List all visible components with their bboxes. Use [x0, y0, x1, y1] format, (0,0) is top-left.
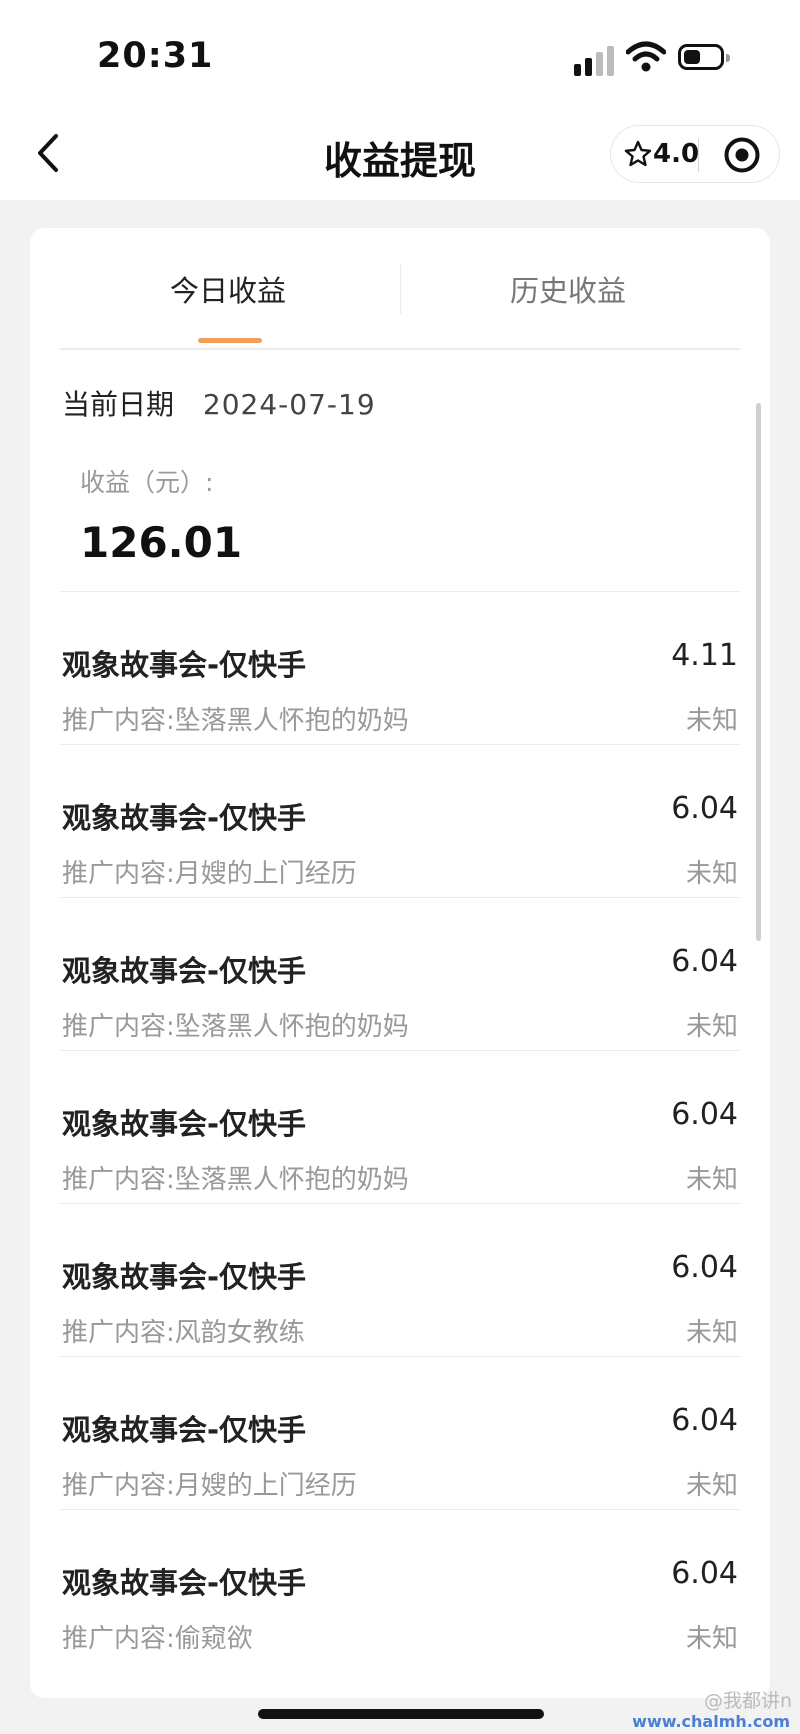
battery-icon [678, 44, 730, 70]
rating-score[interactable]: 4.0 [653, 139, 699, 169]
earnings-card: 今日收益 历史收益 当前日期 2024-07-19 收益（元）: 126.01 … [30, 228, 770, 1698]
item-status: 未知 [685, 859, 738, 889]
list-item[interactable]: 观象故事会-仅快手 6.04 推广内容:偷窥欲 未知 [30, 1510, 770, 1663]
item-description: 推广内容:月嫂的上门经历 [62, 1471, 357, 1501]
item-status: 未知 [685, 1165, 738, 1195]
list-item[interactable]: 观象故事会-仅快手 4.11 推广内容:坠落黑人怀抱的奶妈 未知 [30, 592, 770, 745]
current-date-row: 当前日期 2024-07-19 [62, 383, 376, 423]
item-amount: 6.04 [671, 1250, 738, 1285]
item-name: 观象故事会-仅快手 [62, 801, 307, 835]
capsule-divider [698, 138, 699, 172]
item-amount: 6.04 [671, 1556, 738, 1591]
item-name: 观象故事会-仅快手 [62, 954, 307, 988]
list-item[interactable]: 观象故事会-仅快手 6.04 推广内容:坠落黑人怀抱的奶妈 未知 [30, 898, 770, 1051]
item-name: 观象故事会-仅快手 [62, 1413, 307, 1447]
tab-today-earnings[interactable]: 今日收益 [170, 268, 286, 310]
item-description: 推广内容:风韵女教练 [62, 1318, 305, 1348]
earnings-amount: 126.01 [80, 518, 243, 567]
item-description: 推广内容:月嫂的上门经历 [62, 859, 357, 889]
item-amount: 4.11 [671, 638, 738, 673]
tab-history-earnings[interactable]: 历史收益 [510, 268, 626, 310]
status-bar: 20:31 [0, 0, 800, 110]
earnings-label: 收益（元）: [80, 468, 214, 497]
date-label: 当前日期 [62, 388, 175, 421]
item-description: 推广内容:坠落黑人怀抱的奶妈 [62, 1012, 409, 1042]
nav-bar: 收益提现 4.0 [0, 110, 800, 200]
active-tab-indicator [198, 338, 262, 343]
item-description: 推广内容:坠落黑人怀抱的奶妈 [62, 1165, 409, 1195]
signal-icon [574, 46, 618, 76]
watermark-url: www.chalmh.com [632, 1712, 790, 1731]
list-item[interactable]: 观象故事会-仅快手 6.04 推广内容:月嫂的上门经历 未知 [30, 745, 770, 898]
list-item[interactable]: 观象故事会-仅快手 6.04 推广内容:风韵女教练 未知 [30, 1204, 770, 1357]
item-status: 未知 [685, 1624, 738, 1654]
star-icon[interactable] [623, 139, 653, 169]
tab-divider [400, 264, 401, 314]
home-indicator[interactable] [258, 1709, 544, 1719]
status-time: 20:31 [97, 36, 214, 76]
item-description: 推广内容:偷窥欲 [62, 1624, 253, 1654]
item-name: 观象故事会-仅快手 [62, 1107, 307, 1141]
tab-divider-line [60, 348, 740, 350]
wifi-icon [626, 41, 666, 72]
item-status: 未知 [685, 1012, 738, 1042]
tab-bar: 今日收益 历史收益 [30, 228, 770, 348]
item-name: 观象故事会-仅快手 [62, 648, 307, 682]
item-amount: 6.04 [671, 791, 738, 826]
earnings-list: 观象故事会-仅快手 4.11 推广内容:坠落黑人怀抱的奶妈 未知 观象故事会-仅… [30, 592, 770, 1663]
item-name: 观象故事会-仅快手 [62, 1566, 307, 1600]
item-name: 观象故事会-仅快手 [62, 1260, 307, 1294]
item-status: 未知 [685, 1318, 738, 1348]
item-description: 推广内容:坠落黑人怀抱的奶妈 [62, 706, 409, 736]
item-status: 未知 [685, 1471, 738, 1501]
watermark-text: @我都讲n [703, 1690, 792, 1712]
date-value: 2024-07-19 [202, 388, 376, 421]
target-icon[interactable] [723, 136, 761, 174]
list-item[interactable]: 观象故事会-仅快手 6.04 推广内容:月嫂的上门经历 未知 [30, 1357, 770, 1510]
item-amount: 6.04 [671, 1403, 738, 1438]
mini-program-capsule: 4.0 [610, 125, 780, 183]
item-amount: 6.04 [671, 1097, 738, 1132]
list-item[interactable]: 观象故事会-仅快手 6.04 推广内容:坠落黑人怀抱的奶妈 未知 [30, 1051, 770, 1204]
item-status: 未知 [685, 706, 738, 736]
item-amount: 6.04 [671, 944, 738, 979]
